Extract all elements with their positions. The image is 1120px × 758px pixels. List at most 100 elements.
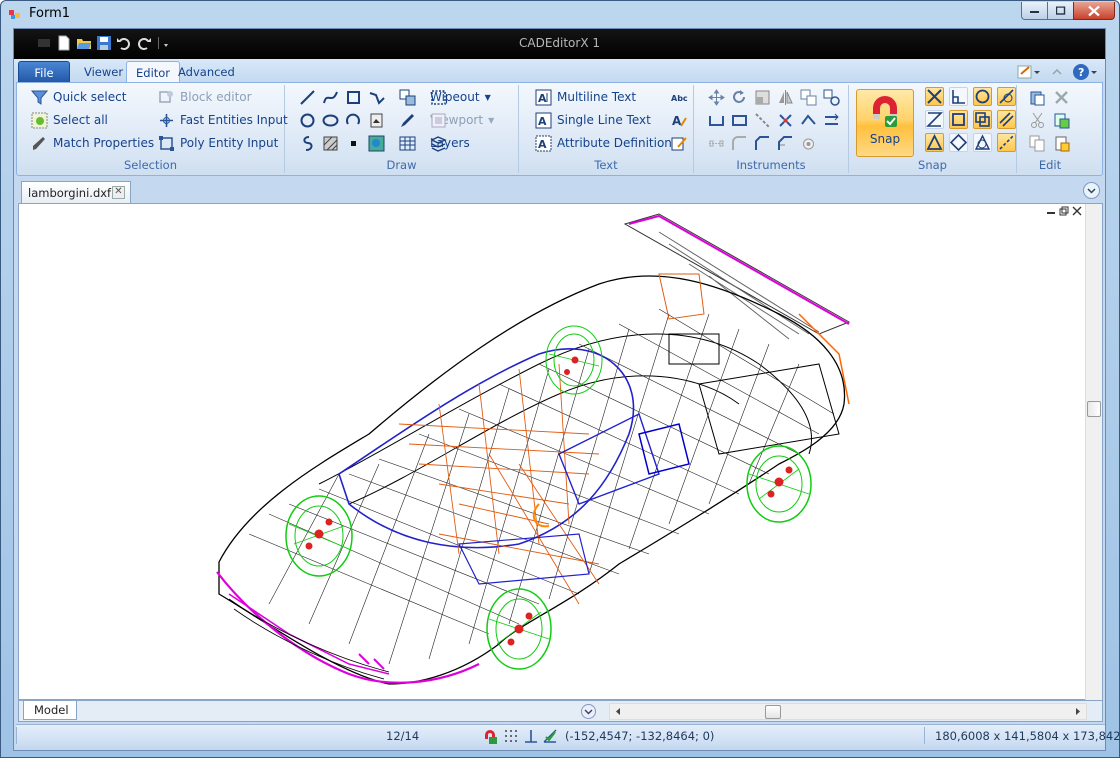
chamfer-icon[interactable] [754,135,771,152]
rotate-icon[interactable] [731,89,748,106]
multiline-text-button[interactable]: A Multiline Text [535,87,636,107]
select-all-icon [31,112,48,128]
scale-icon[interactable] [754,89,771,106]
hand-icon[interactable] [800,135,817,152]
snap-endpoint[interactable] [949,110,968,129]
extend-icon[interactable] [731,112,748,129]
spline-icon[interactable] [322,89,339,106]
line-icon[interactable] [299,89,316,106]
chevron-down-icon [584,709,593,715]
vertical-scroll-thumb[interactable] [1087,401,1101,417]
collapse-ribbon-icon[interactable] [1051,66,1063,78]
ortho-toggle-icon[interactable] [523,728,539,744]
tab-advanced[interactable]: Advanced [169,61,244,83]
horizontal-scroll-thumb[interactable] [765,705,781,719]
horizontal-scrollbar[interactable] [609,703,1087,720]
break-icon[interactable] [754,112,771,129]
help-icon[interactable]: ? [1073,63,1097,81]
quadrant-snap-icon [949,133,968,152]
tab-file[interactable]: File [18,61,70,83]
layers-button[interactable]: Layers [430,133,470,153]
close-tab-icon[interactable]: ✕ [112,186,125,199]
model-layout-tab[interactable]: Model [23,701,77,720]
hatch-icon[interactable] [322,135,339,152]
tab-list-button[interactable] [1083,182,1100,199]
arc-icon[interactable] [345,112,362,129]
circle-icon[interactable] [299,112,316,129]
text-find-icon[interactable]: A [671,112,688,129]
close-button[interactable] [1073,2,1115,20]
block-insert-icon[interactable] [399,89,416,106]
viewport-button[interactable]: Viewport ▼ [430,110,494,130]
scroll-left-icon[interactable] [614,704,622,719]
match-properties-button[interactable]: Match Properties [31,133,154,153]
measure-icon[interactable] [708,135,725,152]
instruments-group: Instruments [694,85,849,173]
image-icon[interactable] [368,112,385,129]
point-icon[interactable] [345,135,362,152]
snap-perpendicular[interactable] [949,87,968,106]
trim-icon[interactable] [708,112,725,129]
snap-center[interactable] [973,87,992,106]
fillet-icon[interactable] [731,135,748,152]
snap-button[interactable]: Snap [856,89,914,157]
snap-quadrant-square[interactable] [973,110,992,129]
fast-entities-input-button[interactable]: Fast Entities Input [158,110,288,130]
polyline-tool-icon[interactable] [368,89,385,106]
snap-nearest[interactable] [973,133,992,152]
polar-tracking-icon[interactable] [542,728,558,744]
document-tab[interactable]: lamborgini.dxf ✕ [21,181,131,203]
select-all-button[interactable]: Select all [31,110,108,130]
minimize-button[interactable] [1021,2,1048,20]
paste-special-icon[interactable] [1053,112,1070,129]
layers-icon [430,135,447,152]
join-icon[interactable] [800,112,817,129]
maximize-button[interactable] [1047,2,1074,20]
tab-viewer[interactable]: Viewer [75,61,132,83]
snap-intersection[interactable] [925,87,944,106]
poly-entity-input-button[interactable]: Poly Entity Input [158,133,278,153]
attribute-definition-button[interactable]: A Attribute Definition [535,133,672,153]
snap-triangle[interactable] [925,133,944,152]
document-tab-label: lamborgini.dxf [28,186,112,200]
snap-quadrant[interactable] [949,133,968,152]
paste-icon[interactable] [1029,89,1046,106]
block-editor-icon [159,90,173,103]
clipboard-icon[interactable] [1053,135,1070,152]
offset-icon[interactable] [823,112,840,129]
scroll-right-icon[interactable] [1074,704,1082,719]
explode-icon[interactable] [777,112,794,129]
pen-icon[interactable] [399,112,416,129]
snap-extension[interactable] [997,133,1016,152]
style-menu-icon[interactable] [1017,64,1041,80]
quick-select-button[interactable]: Quick select [31,87,126,107]
wipeout-button[interactable]: Wipeout ▼ [430,87,491,107]
grid-toggle-icon[interactable] [503,728,519,744]
snap-toggle-icon[interactable] [482,728,498,744]
layout-tab-bar: Model [18,700,1103,722]
ellipse-icon[interactable] [322,112,339,129]
cut-icon[interactable] [1029,112,1046,129]
single-line-text-button[interactable]: A Single Line Text [535,110,651,130]
array-icon[interactable] [823,89,840,106]
rectangle-icon[interactable] [345,89,362,106]
snap-tangent[interactable] [997,87,1016,106]
mirror-icon[interactable] [777,89,794,106]
copy-objects-icon[interactable] [800,89,817,106]
drawing-viewport[interactable] [18,203,1103,701]
app-title: CADEditorX 1 [518,36,600,50]
snap-parallel[interactable] [997,110,1016,129]
text-style-icon[interactable]: Abc [671,89,688,106]
lengthen-icon[interactable] [777,135,794,152]
block-editor-button[interactable]: Block editor [158,87,252,107]
layout-list-button[interactable] [581,704,596,719]
raster-image-icon[interactable] [368,135,385,152]
helix-icon[interactable] [299,135,316,152]
edit-text-icon[interactable] [671,135,688,152]
move-icon[interactable] [708,89,725,106]
vertical-scrollbar[interactable] [1085,204,1102,701]
copy-icon[interactable] [1029,135,1046,152]
delete-icon[interactable] [1053,89,1070,106]
snap-midpoint[interactable] [925,110,944,129]
table-icon[interactable] [399,135,416,152]
